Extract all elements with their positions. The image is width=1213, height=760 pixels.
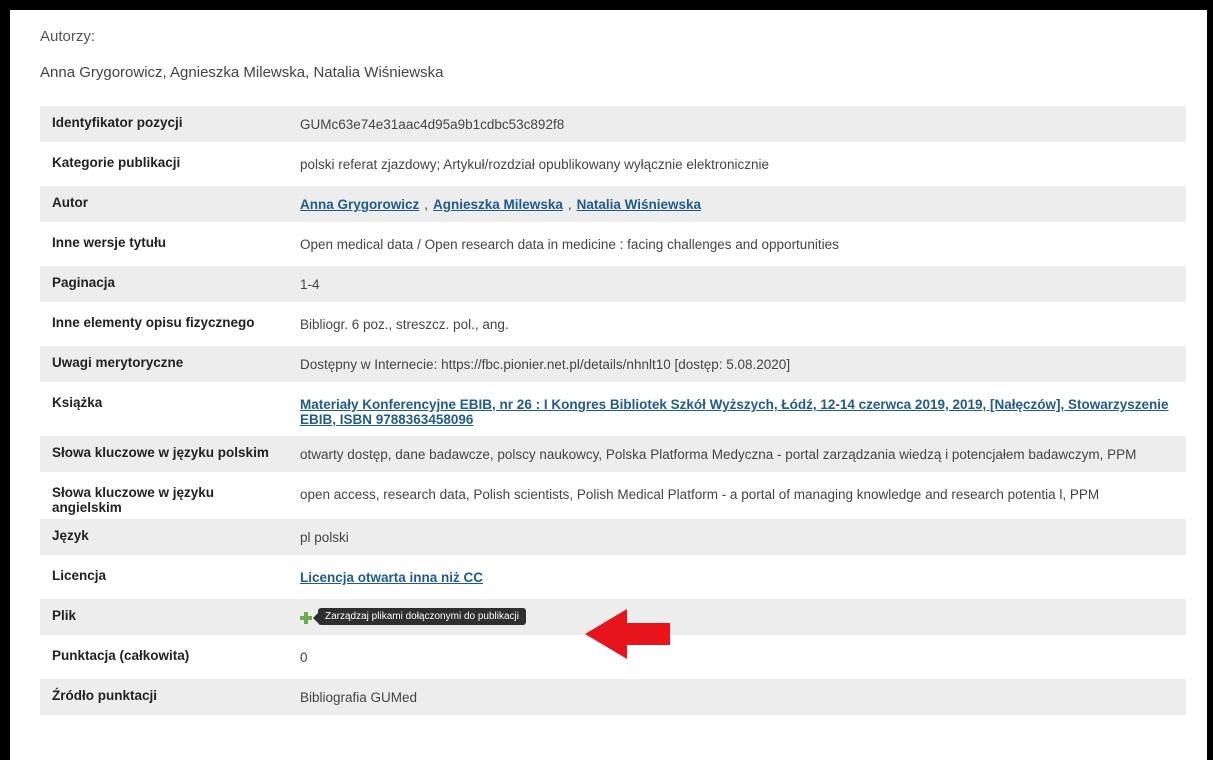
row-label: Język <box>40 519 287 555</box>
keywords-en-value: open access, research data, Polish scien… <box>287 476 1186 515</box>
author-links: Anna Grygorowicz, Agnieszka Milewska, Nata… <box>287 186 1186 222</box>
row-label: Punktacja (całkowita) <box>40 639 287 675</box>
row-notes: Uwagi merytoryczne Dostępny w Internecie… <box>40 346 1186 382</box>
screenshot-border-left <box>0 0 10 760</box>
row-book: Książka Materiały Konferencyjne EBIB, nr… <box>40 386 1186 432</box>
row-keywords-pl: Słowa kluczowe w języku polskim otwarty … <box>40 436 1186 472</box>
manage-files-tooltip: Zarządzaj plikami dołączonymi do publika… <box>313 608 526 625</box>
row-keywords-en: Słowa kluczowe w języku angielskim open … <box>40 476 1186 515</box>
author-separator: , <box>567 197 572 212</box>
row-label: Licencja <box>40 559 287 595</box>
row-categories: Kategorie publikacji polski referat zjaz… <box>40 146 1186 182</box>
row-label: Źródło punktacji <box>40 679 287 715</box>
row-pagination: Paginacja 1-4 <box>40 266 1186 302</box>
row-label: Inne wersje tytułu <box>40 226 287 262</box>
row-score-source: Źródło punktacji Bibliografia GUMed <box>40 679 1186 715</box>
score-value: 0 <box>287 639 1186 675</box>
row-identifier: Identyfikator pozycji GUMc63e74e31aac4d9… <box>40 106 1186 142</box>
notes-value: Dostępny w Internecie: https://fbc.pioni… <box>287 346 1186 382</box>
authors-summary: Anna Grygorowicz, Agnieszka Milewska, Na… <box>40 64 444 81</box>
other-titles-value: Open medical data / Open research data i… <box>287 226 1186 262</box>
red-arrow-shape <box>585 609 670 659</box>
file-cell: Zarządzaj plikami dołączonymi do publika… <box>287 599 1186 635</box>
pagination-value: 1-4 <box>287 266 1186 302</box>
row-label: Książka <box>40 386 287 432</box>
book-cell: Materiały Konferencyjne EBIB, nr 26 : I … <box>287 386 1186 432</box>
screenshot-border-right <box>1207 0 1213 760</box>
authors-heading: Autorzy: <box>40 28 96 45</box>
row-author: Autor Anna Grygorowicz, Agnieszka Milewsk… <box>40 186 1186 222</box>
language-value: pl polski <box>287 519 1186 555</box>
categories-value: polski referat zjazdowy; Artykuł/rozdzia… <box>287 146 1186 182</box>
row-license: Licencja Licencja otwarta inna niż CC <box>40 559 1186 595</box>
book-link[interactable]: Materiały Konferencyjne EBIB, nr 26 : I … <box>300 397 1169 427</box>
identifier-value: GUMc63e74e31aac4d95a9b1cdbc53c892f8 <box>287 106 1186 142</box>
plus-icon[interactable] <box>300 611 312 624</box>
score-source-value: Bibliografia GUMed <box>287 679 1186 715</box>
row-label: Paginacja <box>40 266 287 302</box>
license-cell: Licencja otwarta inna niż CC <box>287 559 1186 595</box>
author-separator: , <box>424 197 429 212</box>
author-link-wisniewska[interactable]: Natalia Wiśniewska <box>577 197 701 212</box>
row-label: Plik <box>40 599 287 635</box>
row-label: Słowa kluczowe w języku angielskim <box>40 476 287 515</box>
physical-description-value: Bibliogr. 6 poz., streszcz. pol., ang. <box>287 306 1186 342</box>
row-label: Autor <box>40 186 287 222</box>
screenshot-border-top <box>0 0 1213 10</box>
keywords-pl-value: otwarty dostęp, dane badawcze, polscy na… <box>287 436 1186 472</box>
author-link-milewska[interactable]: Agnieszka Milewska <box>433 197 563 212</box>
row-label: Inne elementy opisu fizycznego <box>40 306 287 342</box>
author-link-grygorowicz[interactable]: Anna Grygorowicz <box>300 197 419 212</box>
row-label: Identyfikator pozycji <box>40 106 287 142</box>
row-label: Uwagi merytoryczne <box>40 346 287 382</box>
row-other-titles: Inne wersje tytułu Open medical data / O… <box>40 226 1186 262</box>
row-label: Kategorie publikacji <box>40 146 287 182</box>
red-arrow-icon <box>585 609 670 659</box>
row-language: Język pl polski <box>40 519 1186 555</box>
license-link[interactable]: Licencja otwarta inna niż CC <box>300 570 483 585</box>
row-physical-description: Inne elementy opisu fizycznego Bibliogr.… <box>40 306 1186 342</box>
row-label: Słowa kluczowe w języku polskim <box>40 436 287 472</box>
